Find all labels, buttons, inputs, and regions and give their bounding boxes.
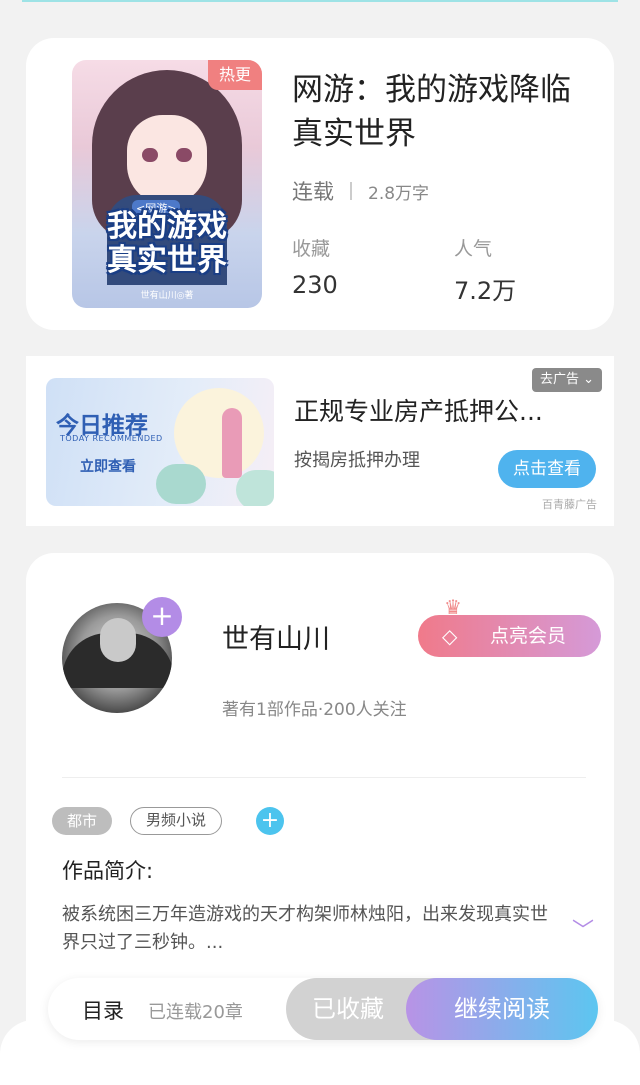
book-title: 网游：我的游戏降临真实世界: [292, 72, 571, 152]
ad-banner-subtitle: TODAY RECOMMENDED: [60, 434, 163, 443]
ad-description: 按揭房抵押办理: [294, 450, 420, 471]
avatar-head: [100, 618, 136, 662]
add-tag-icon[interactable]: +: [256, 807, 284, 835]
hot-badge: 热更: [208, 60, 262, 90]
follow-plus-icon[interactable]: +: [142, 597, 182, 637]
chapter-count[interactable]: 已连载20章: [148, 998, 243, 1024]
genre-tag[interactable]: 都市: [52, 807, 112, 835]
author-name: 世有山川: [222, 624, 330, 655]
ad-card[interactable]: 今日推荐 TODAY RECOMMENDED 立即查看 正规专业房产抵押公...…: [26, 356, 614, 526]
toc-button[interactable]: 目录: [82, 995, 124, 1025]
cover-art-author: 世有山川◎著: [140, 291, 194, 301]
vip-button-label: 点亮会员: [490, 625, 567, 647]
book-cover[interactable]: <网游> 我的游戏 真实世界 世有山川◎著: [72, 60, 262, 308]
ad-close-label: 去广告: [540, 372, 580, 387]
stat-value: 230: [292, 271, 338, 299]
cover-art-title: 我的游戏 真实世界: [82, 210, 252, 278]
cover-art-title-line: 真实世界: [107, 243, 227, 278]
book-meta: 连载 2.8万字: [292, 176, 429, 206]
continue-reading-button[interactable]: 继续阅读: [406, 978, 598, 1040]
genre-tag[interactable]: 男频小说: [130, 807, 222, 835]
top-divider-line: [22, 0, 618, 2]
ad-cta-button[interactable]: 点击查看: [498, 450, 596, 488]
ad-close-button[interactable]: 去广告 ⌄: [532, 368, 603, 392]
ad-banner-bush: [156, 464, 206, 504]
book-info-card: <网游> 我的游戏 真实世界 世有山川◎著 热更 网游：我的游戏降临真实世界 连…: [26, 38, 614, 330]
cover-art-title-line: 我的游戏: [107, 209, 227, 244]
ad-banner-cta: 立即查看: [80, 459, 136, 475]
ad-source: 百青藤广告: [542, 498, 597, 511]
stat-value: 7.2万: [454, 277, 517, 305]
stat-favorites: 收藏 230: [292, 234, 338, 299]
book-word-count: 2.8万字: [368, 183, 430, 204]
vip-button[interactable]: ◇ 点亮会员: [418, 615, 601, 657]
diamond-icon: ◇: [442, 624, 458, 648]
book-status: 连载: [292, 180, 334, 204]
divider: [62, 777, 586, 778]
stat-label: 人气: [454, 238, 493, 260]
author-info: 著有1部作品·200人关注: [222, 700, 407, 720]
cover-art-eye: [176, 148, 192, 162]
stat-label: 收藏: [292, 238, 331, 260]
bottom-action-bar: 目录 已连载20章 已收藏 继续阅读: [48, 978, 598, 1040]
intro-text[interactable]: 被系统困三万年造游戏的天才构架师林烛阳，出来发现真实世界只过了三秒钟。...: [62, 901, 562, 957]
cover-art-eye: [142, 148, 158, 162]
ad-banner-image[interactable]: 今日推荐 TODAY RECOMMENDED 立即查看: [46, 378, 274, 506]
ad-title: 正规专业房产抵押公...: [294, 397, 543, 426]
chevron-down-icon[interactable]: ﹀: [572, 913, 594, 945]
ad-banner-figure: [222, 408, 242, 478]
chevron-down-icon: ⌄: [583, 372, 595, 387]
intro-label: 作品简介:: [62, 859, 154, 883]
meta-separator: [350, 182, 352, 200]
cover-art-face: [127, 115, 207, 205]
stat-popularity: 人气 7.2万: [454, 234, 516, 306]
